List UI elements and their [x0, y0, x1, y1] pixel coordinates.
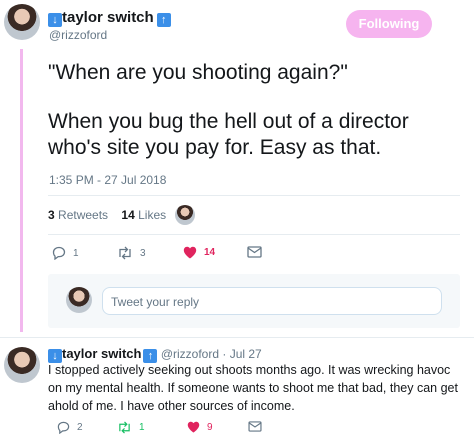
liker-avatar[interactable] [175, 205, 195, 225]
divider [48, 234, 460, 235]
reply-date[interactable]: Jul 27 [230, 347, 262, 361]
following-button[interactable]: Following [346, 10, 432, 38]
message-action[interactable] [247, 246, 262, 258]
reply-retweet-count: 1 [139, 422, 145, 433]
composer-avatar [66, 287, 92, 313]
tweet-text: When you bug the hell out of a director … [48, 110, 409, 159]
thread-line [20, 49, 23, 332]
engagement-stats: 3 Retweets 14 Likes [48, 208, 166, 222]
author-handle[interactable]: @rizzoford [49, 28, 107, 42]
divider [48, 195, 460, 196]
reply-icon [52, 246, 66, 260]
reply-action[interactable]: 1 [52, 246, 79, 260]
reply-count: 1 [73, 247, 79, 259]
like-action[interactable]: 14 [183, 246, 215, 259]
retweet-action[interactable]: 3 [117, 246, 146, 260]
tweet-body: "When are you shooting again?" When you … [48, 60, 458, 161]
tweet-quote: "When are you shooting again?" [48, 61, 348, 84]
reply-reply-count: 2 [77, 422, 83, 433]
retweet-count: 3 [140, 247, 146, 259]
likes-stat[interactable]: 14 Likes [121, 208, 166, 222]
tweet-timestamp[interactable]: 1:35 PM - 27 Jul 2018 [49, 173, 166, 187]
author-name-row[interactable]: ↓ taylor switch ↑ [48, 9, 171, 27]
message-icon [247, 246, 262, 258]
reply-like-action[interactable]: 9 [187, 421, 213, 433]
up-arrow-badge-icon: ↑ [156, 13, 171, 27]
author-avatar[interactable] [4, 4, 40, 40]
heart-icon [183, 246, 197, 259]
reply-author-avatar[interactable] [4, 347, 40, 383]
author-display-name: taylor switch [62, 9, 154, 26]
reply-like-count: 9 [207, 421, 213, 433]
retweet-icon [119, 246, 131, 260]
reply-separator: · [222, 347, 227, 361]
message-icon [248, 421, 262, 432]
heart-icon [187, 421, 200, 433]
reply-author-handle[interactable]: @rizzoford [161, 347, 219, 361]
reply-retweet-action[interactable]: 1 [117, 421, 145, 434]
retweet-icon [119, 421, 130, 434]
retweets-stat[interactable]: 3 Retweets [48, 208, 108, 222]
reply-input[interactable]: Tweet your reply [102, 287, 442, 315]
reply-reply-action[interactable]: 2 [57, 421, 83, 434]
reply-body: I stopped actively seeking out shoots mo… [48, 363, 458, 413]
reply-author-name[interactable]: taylor switch [62, 346, 141, 361]
reply-message-action[interactable] [248, 421, 262, 432]
down-arrow-badge-icon: ↓ [48, 13, 62, 27]
reply-icon [57, 421, 70, 434]
like-count: 14 [204, 247, 216, 258]
divider [0, 337, 474, 338]
